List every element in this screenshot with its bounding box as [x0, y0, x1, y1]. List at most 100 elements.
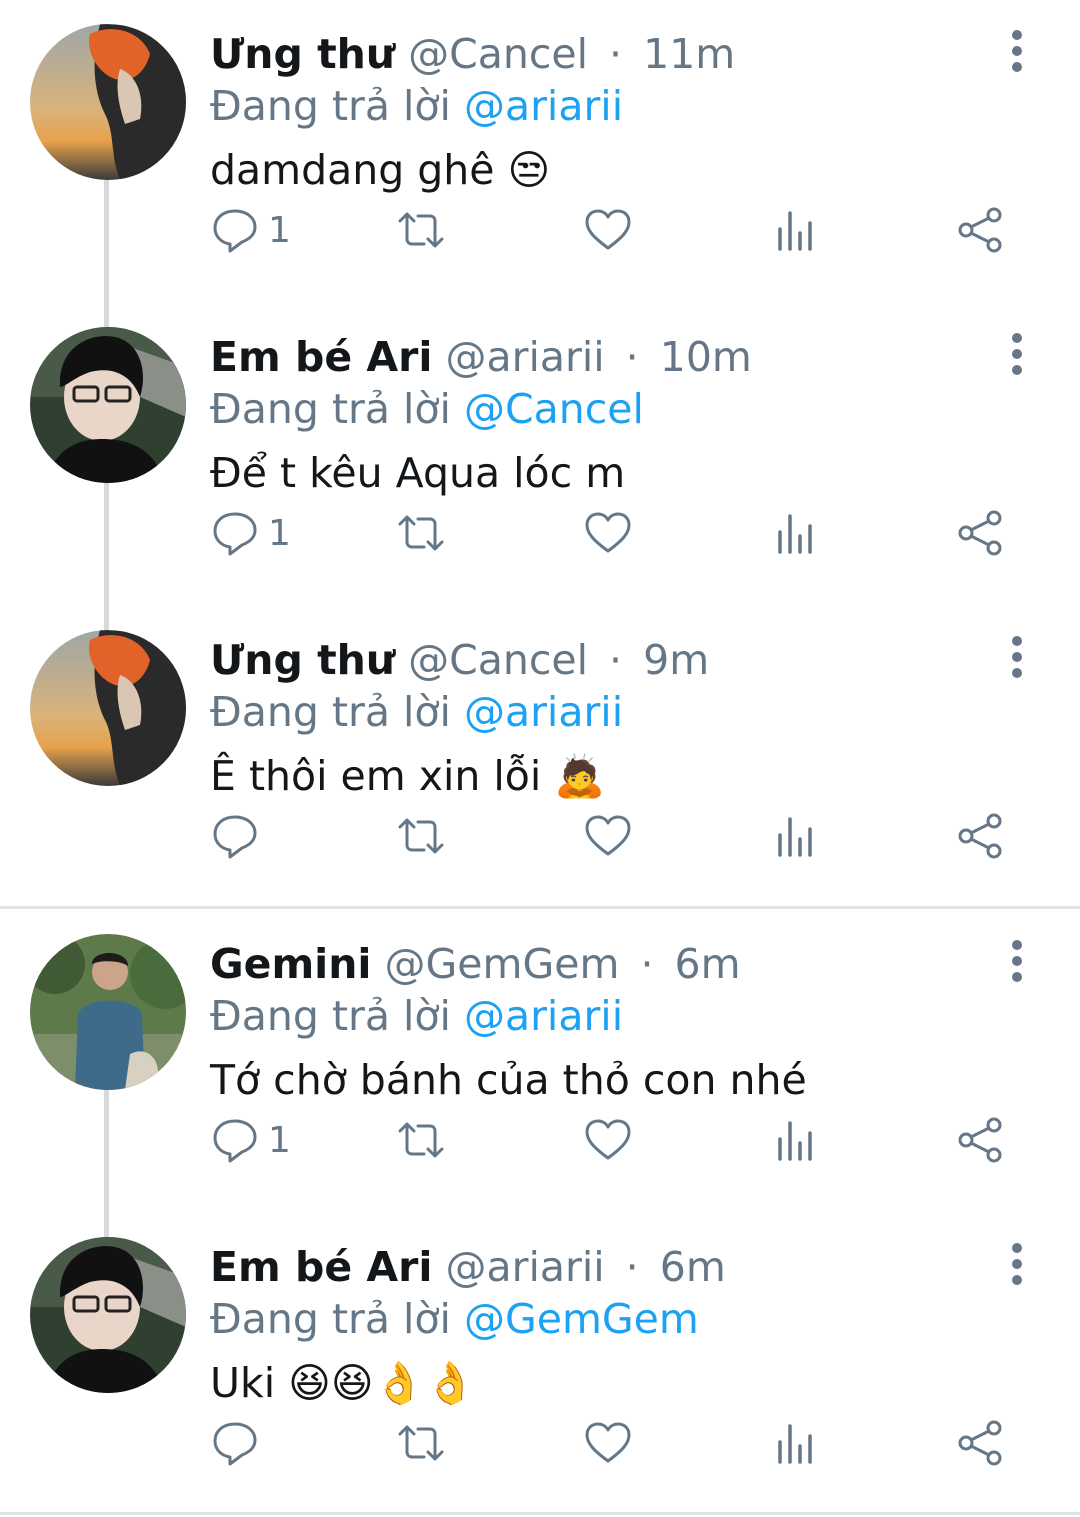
replying-to: Đang trả lời @GemGem	[210, 1291, 699, 1347]
retweet-button[interactable]	[396, 806, 446, 866]
tweet-header: Em bé Ari @ariarii · 10m	[210, 329, 970, 385]
more-options-icon[interactable]	[1000, 636, 1034, 686]
avatar-image	[30, 24, 186, 180]
mention-link[interactable]: @GemGem	[464, 1295, 699, 1343]
reply-button[interactable]: 1	[210, 200, 291, 260]
share-button[interactable]	[956, 200, 1006, 260]
reply-button[interactable]	[210, 806, 268, 866]
replying-to: Đang trả lời @ariarii	[210, 684, 623, 740]
tweet[interactable]: Gemini @GemGem · 6m Đang trả lời @ariari…	[0, 910, 1080, 1212]
reply-icon	[213, 815, 257, 859]
separator-dot: ·	[640, 940, 654, 988]
reply-icon	[213, 512, 257, 556]
analytics-button[interactable]	[770, 806, 820, 866]
analytics-icon	[778, 514, 812, 554]
more-options-icon[interactable]	[1000, 1243, 1034, 1293]
author-handle[interactable]: @Cancel	[408, 30, 588, 78]
separator-dot: ·	[625, 1243, 639, 1291]
author-name[interactable]: Ưng thư	[210, 636, 395, 684]
share-icon	[958, 813, 1002, 859]
reply-button[interactable]: 1	[210, 503, 291, 563]
like-button[interactable]	[583, 200, 633, 260]
reply-icon	[213, 209, 257, 253]
share-button[interactable]	[956, 503, 1006, 563]
share-icon	[958, 510, 1002, 556]
analytics-button[interactable]	[770, 1110, 820, 1170]
tweet[interactable]: Ưng thư @Cancel · 9m Đang trả lời @ariar…	[0, 606, 1080, 908]
share-icon	[958, 207, 1002, 253]
analytics-button[interactable]	[770, 503, 820, 563]
retweet-icon	[398, 212, 444, 248]
timestamp[interactable]: 10m	[660, 333, 752, 381]
timestamp[interactable]: 9m	[643, 636, 709, 684]
action-bar: 1	[0, 503, 1080, 563]
timestamp[interactable]: 6m	[675, 940, 741, 988]
share-button[interactable]	[956, 1110, 1006, 1170]
analytics-icon	[778, 1424, 812, 1464]
author-name[interactable]: Em bé Ari	[210, 333, 432, 381]
retweet-icon	[398, 515, 444, 551]
replying-to: Đang trả lời @Cancel	[210, 381, 644, 437]
like-button[interactable]	[583, 503, 633, 563]
retweet-button[interactable]	[396, 200, 446, 260]
tweet[interactable]: Em bé Ari @ariarii · 6m Đang trả lời @Ge…	[0, 1213, 1080, 1515]
like-button[interactable]	[583, 806, 633, 866]
mention-link[interactable]: @ariarii	[464, 688, 623, 736]
action-bar: 1	[0, 200, 1080, 260]
bottom-divider	[0, 1512, 1080, 1515]
timestamp[interactable]: 6m	[660, 1243, 726, 1291]
retweet-button[interactable]	[396, 1110, 446, 1170]
avatar[interactable]	[30, 24, 186, 180]
reply-button[interactable]	[210, 1413, 268, 1473]
author-name[interactable]: Gemini	[210, 940, 371, 988]
more-options-icon[interactable]	[1000, 940, 1034, 990]
reply-icon	[213, 1422, 257, 1466]
like-icon	[585, 512, 631, 553]
tweet-text: Để t kêu Aqua lóc m	[210, 449, 626, 497]
author-handle[interactable]: @ariarii	[445, 333, 604, 381]
author-name[interactable]: Ưng thư	[210, 30, 395, 78]
avatar[interactable]	[30, 1237, 186, 1393]
share-icon	[958, 1420, 1002, 1466]
timestamp[interactable]: 11m	[643, 30, 735, 78]
author-handle[interactable]: @Cancel	[408, 636, 588, 684]
reply-button[interactable]: 1	[210, 1110, 291, 1170]
avatar[interactable]	[30, 327, 186, 483]
share-button[interactable]	[956, 1413, 1006, 1473]
reply-prefix: Đang trả lời	[210, 82, 451, 130]
separator-dot: ·	[609, 636, 623, 684]
analytics-button[interactable]	[770, 200, 820, 260]
author-handle[interactable]: @ariarii	[445, 1243, 604, 1291]
tweet-text: damdang ghê 😒	[210, 146, 551, 194]
more-options-icon[interactable]	[1000, 333, 1034, 383]
reply-count: 1	[268, 209, 291, 251]
author-name[interactable]: Em bé Ari	[210, 1243, 432, 1291]
tweet[interactable]: Ưng thư @Cancel · 11m Đang trả lời @aria…	[0, 0, 1080, 302]
avatar-image	[30, 934, 186, 1090]
replying-to: Đang trả lời @ariarii	[210, 988, 623, 1044]
avatar-image	[30, 327, 186, 483]
share-button[interactable]	[956, 806, 1006, 866]
tweet-header: Ưng thư @Cancel · 9m	[210, 632, 970, 688]
tweet-text: Ê thôi em xin lỗi 🙇	[210, 752, 606, 800]
author-handle[interactable]: @GemGem	[385, 940, 620, 988]
tweet[interactable]: Em bé Ari @ariarii · 10m Đang trả lời @C…	[0, 303, 1080, 605]
action-bar	[0, 1413, 1080, 1473]
more-options-icon[interactable]	[1000, 30, 1034, 80]
like-button[interactable]	[583, 1413, 633, 1473]
analytics-icon	[778, 817, 812, 857]
like-button[interactable]	[583, 1110, 633, 1170]
retweet-button[interactable]	[396, 1413, 446, 1473]
mention-link[interactable]: @ariarii	[464, 82, 623, 130]
mention-link[interactable]: @Cancel	[464, 385, 644, 433]
avatar-image	[30, 1237, 186, 1393]
avatar[interactable]	[30, 630, 186, 786]
retweet-button[interactable]	[396, 503, 446, 563]
avatar[interactable]	[30, 934, 186, 1090]
tweet-text: Uki 😆😆👌👌	[210, 1359, 476, 1407]
mention-link[interactable]: @ariarii	[464, 992, 623, 1040]
tweet-header: Ưng thư @Cancel · 11m	[210, 26, 970, 82]
reply-prefix: Đang trả lời	[210, 688, 451, 736]
reply-prefix: Đang trả lời	[210, 1295, 451, 1343]
analytics-button[interactable]	[770, 1413, 820, 1473]
